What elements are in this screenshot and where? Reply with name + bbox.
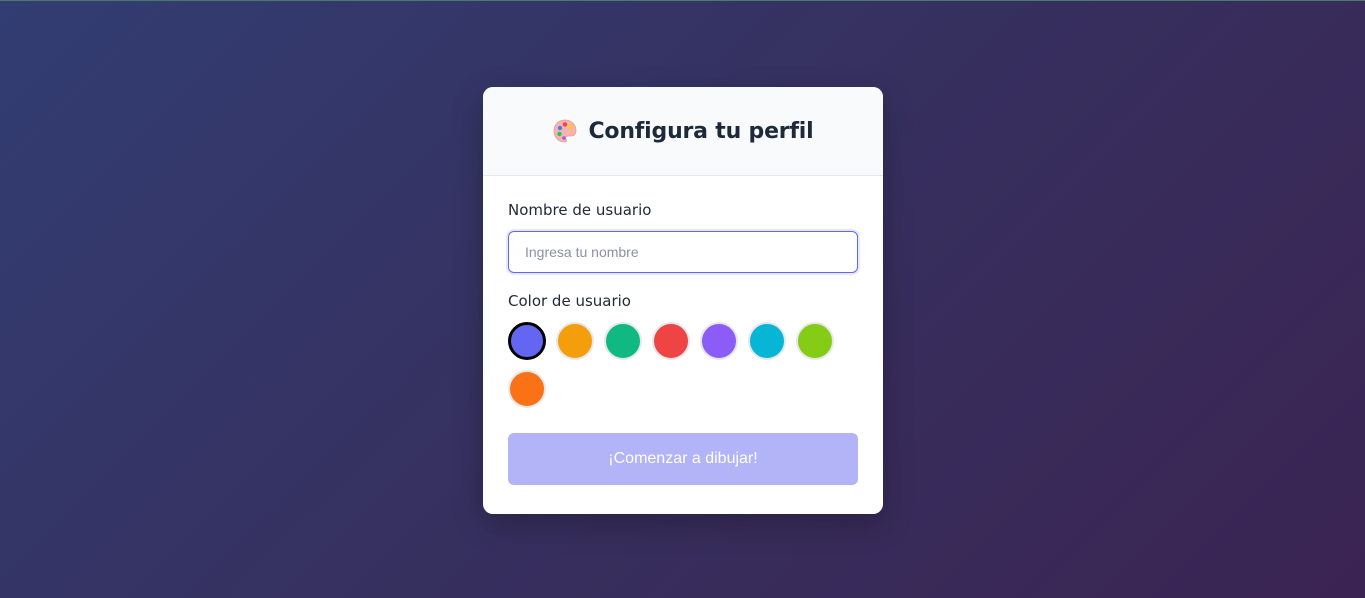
username-label: Nombre de usuario — [508, 201, 652, 219]
color-swatch[interactable] — [604, 322, 642, 360]
color-swatches — [508, 322, 858, 408]
start-drawing-button[interactable]: ¡Comenzar a dibujar! — [508, 433, 858, 485]
color-swatch[interactable] — [556, 322, 594, 360]
color-swatch[interactable] — [796, 322, 834, 360]
color-swatch[interactable] — [748, 322, 786, 360]
username-input[interactable] — [508, 231, 858, 273]
color-swatch[interactable] — [508, 370, 546, 408]
card-body: Nombre de usuario Color de usuario ¡Come… — [483, 176, 883, 485]
color-swatch[interactable] — [700, 322, 738, 360]
color-label: Color de usuario — [508, 292, 631, 310]
color-swatch[interactable] — [652, 322, 690, 360]
card-header: Configura tu perfil — [483, 87, 883, 176]
color-swatch[interactable] — [508, 322, 546, 360]
palette-icon — [552, 118, 578, 144]
page-title: Configura tu perfil — [588, 118, 814, 144]
profile-card: Configura tu perfil Nombre de usuario Co… — [483, 87, 883, 514]
